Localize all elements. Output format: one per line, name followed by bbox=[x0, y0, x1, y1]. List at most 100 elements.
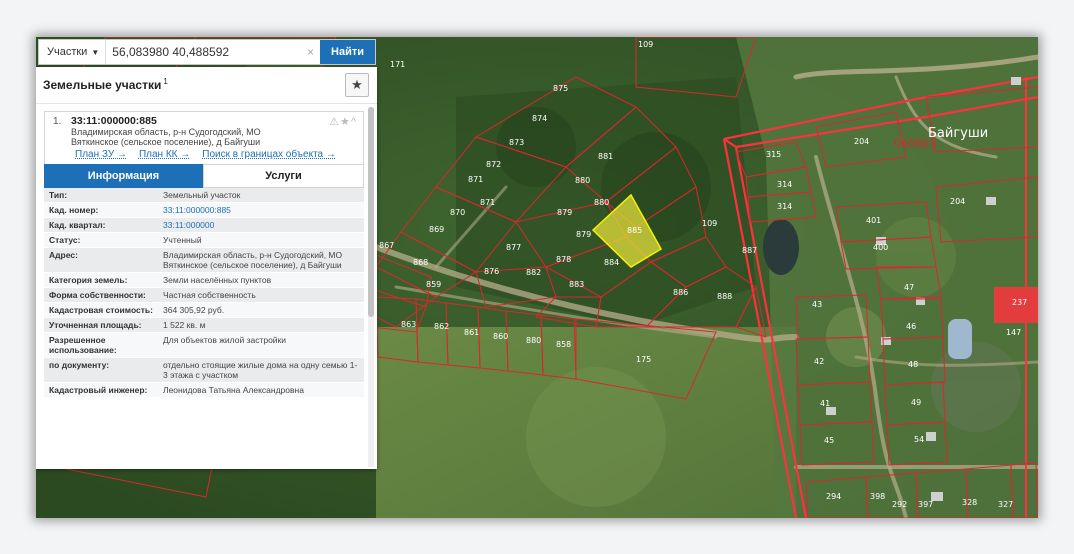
parcel-label: 398 bbox=[870, 492, 885, 501]
parcel-label: 885 bbox=[627, 226, 642, 235]
parcel-label: 859 bbox=[426, 280, 441, 289]
warning-star-collapse-icon[interactable]: ⚠★^ bbox=[329, 115, 357, 128]
info-key: Разрешенное использование: bbox=[44, 332, 158, 358]
result-links: План ЗУ → План КК → Поиск в границах объ… bbox=[45, 147, 363, 164]
parcel-label: 877 bbox=[506, 243, 521, 252]
parcel-label: 42 bbox=[814, 357, 824, 366]
panel-title-text: Земельные участки bbox=[43, 78, 162, 92]
parcel-label: 860 bbox=[493, 332, 508, 341]
parcel-label: 879 bbox=[557, 208, 572, 217]
info-value: Частная собственность bbox=[158, 287, 364, 303]
info-value: отдельно стоящие жилые дома на одну семь… bbox=[158, 357, 364, 383]
parcel-label: 883 bbox=[569, 280, 584, 289]
parcel-label: 862 bbox=[434, 322, 449, 331]
info-value: Земли населённых пунктов bbox=[158, 272, 364, 288]
info-row: Кадастровый инженер: Леонидова Татьяна Ал… bbox=[44, 382, 364, 398]
info-key: Кадастровый инженер: bbox=[44, 382, 158, 398]
parcel-label: 54 bbox=[914, 435, 924, 444]
info-row: Разрешенное использование: Для объектов ж… bbox=[44, 332, 364, 358]
info-value: 1 522 кв. м bbox=[158, 317, 364, 333]
tab-services[interactable]: Услуги bbox=[203, 164, 364, 188]
parcel-label: 858 bbox=[556, 340, 571, 349]
parcel-label: 46 bbox=[906, 322, 916, 331]
parcel-label: 204 bbox=[854, 137, 869, 146]
info-row: по документу: отдельно стоящие жилые дома… bbox=[44, 357, 364, 383]
tab-information[interactable]: Информация bbox=[44, 164, 203, 188]
parcel-label: 888 bbox=[717, 292, 732, 301]
map-frame: 109 171 875 874 873 872 871 870 869 871 879 880 881 8… bbox=[36, 37, 1038, 518]
parcel-label: 204 bbox=[950, 197, 965, 206]
result-cadastral-code[interactable]: 33:11:000000:885 bbox=[71, 115, 363, 127]
panel-scroll-area[interactable]: 1. 33:11:000000:885 Владимирская область… bbox=[44, 111, 364, 469]
info-key: Адрес: bbox=[44, 247, 158, 273]
parcel-label: 41 bbox=[820, 399, 830, 408]
result-item[interactable]: 1. 33:11:000000:885 Владимирская область… bbox=[44, 111, 364, 164]
info-value[interactable]: 33:11:000000 bbox=[158, 217, 364, 233]
info-value[interactable]: 33:11:000000:885 bbox=[158, 202, 364, 218]
parcel-label: 147 bbox=[1006, 328, 1021, 337]
parcel-label: 327 bbox=[998, 500, 1013, 509]
search-within-link[interactable]: Поиск в границах объекта → bbox=[202, 149, 336, 160]
scrollbar-thumb[interactable] bbox=[368, 107, 374, 317]
parcel-label: 870 bbox=[450, 208, 465, 217]
info-row: Тип: Земельный участок bbox=[44, 188, 364, 203]
parcel-label: 109 bbox=[638, 40, 653, 49]
parcel-label: 880 bbox=[526, 336, 541, 345]
plan-kk-link[interactable]: План КК → bbox=[139, 149, 190, 160]
search-input[interactable] bbox=[106, 40, 301, 64]
info-key: по документу: bbox=[44, 357, 158, 383]
info-row: Кадастровая стоимость: 364 305,92 руб. bbox=[44, 302, 364, 318]
parcel-label: 871 bbox=[480, 198, 495, 207]
clear-icon[interactable]: × bbox=[301, 45, 320, 59]
info-key: Кад. квартал: bbox=[44, 217, 158, 233]
info-row: Статус: Учтенный bbox=[44, 232, 364, 248]
hangar-building bbox=[948, 319, 972, 359]
parcel-label: 869 bbox=[429, 225, 444, 234]
parcel-label: 237 bbox=[1012, 298, 1027, 307]
info-row: Адрес: Владимирская область, р-н Судогодс… bbox=[44, 247, 364, 273]
info-row: Кад. квартал: 33:11:000000 bbox=[44, 217, 364, 233]
star-icon: ★ bbox=[351, 77, 363, 92]
info-value: Для объектов жилой застройки bbox=[158, 332, 364, 358]
search-type-dropdown[interactable]: Участки ▼ bbox=[39, 40, 107, 64]
parcel-label: 401 bbox=[866, 216, 881, 225]
parcel-label: 397 bbox=[918, 500, 933, 509]
chevron-down-icon: ▼ bbox=[91, 47, 100, 57]
info-key: Категория земель: bbox=[44, 272, 158, 288]
parcel-label: 45 bbox=[824, 436, 834, 445]
parcel-label: 861 bbox=[464, 328, 479, 337]
results-panel: Земельные участки 1 ★ 1. 33:11:000000:885… bbox=[36, 67, 377, 469]
parcel-label: 876 bbox=[484, 267, 499, 276]
parcel-label: 868 bbox=[413, 258, 428, 267]
parcel-label: 867 bbox=[379, 241, 394, 250]
find-button[interactable]: Найти bbox=[320, 40, 375, 64]
parcel-label: 886 bbox=[673, 288, 688, 297]
result-count: 1 bbox=[163, 77, 168, 86]
info-value: 364 305,92 руб. bbox=[158, 302, 364, 318]
parcel-label: 328 bbox=[962, 498, 977, 507]
parcel-label: 314 bbox=[777, 202, 792, 211]
search-type-label: Участки bbox=[47, 46, 88, 58]
parcel-label: 875 bbox=[553, 84, 568, 93]
parcel-label: 175 bbox=[636, 355, 651, 364]
plan-zu-link[interactable]: План ЗУ → bbox=[75, 149, 127, 160]
parcel-label: 863 bbox=[401, 320, 416, 329]
info-row: Уточненная площадь: 1 522 кв. м bbox=[44, 317, 364, 333]
parcel-label: 871 bbox=[468, 175, 483, 184]
parcel-label: 878 bbox=[556, 255, 571, 264]
favorites-button[interactable]: ★ bbox=[345, 73, 369, 97]
parcel-label: 47 bbox=[904, 283, 914, 292]
parcel-label: 880 bbox=[575, 176, 590, 185]
pond bbox=[763, 219, 799, 275]
parcel-label: 109 bbox=[702, 219, 717, 228]
search-bar: Участки ▼ × Найти bbox=[38, 39, 376, 65]
result-address: Владимирская область, р-н Судогодский, М… bbox=[71, 127, 261, 147]
info-key: Статус: bbox=[44, 232, 158, 248]
info-row: Форма собственности: Частная собственност… bbox=[44, 287, 364, 303]
panel-scrollbar[interactable] bbox=[368, 107, 374, 467]
panel-title: Земельные участки 1 bbox=[43, 77, 168, 92]
parcel-label: 400 bbox=[873, 243, 888, 252]
info-key: Тип: bbox=[44, 188, 158, 203]
parcel-label: 48 bbox=[908, 360, 918, 369]
info-value: Учтенный bbox=[158, 232, 364, 248]
